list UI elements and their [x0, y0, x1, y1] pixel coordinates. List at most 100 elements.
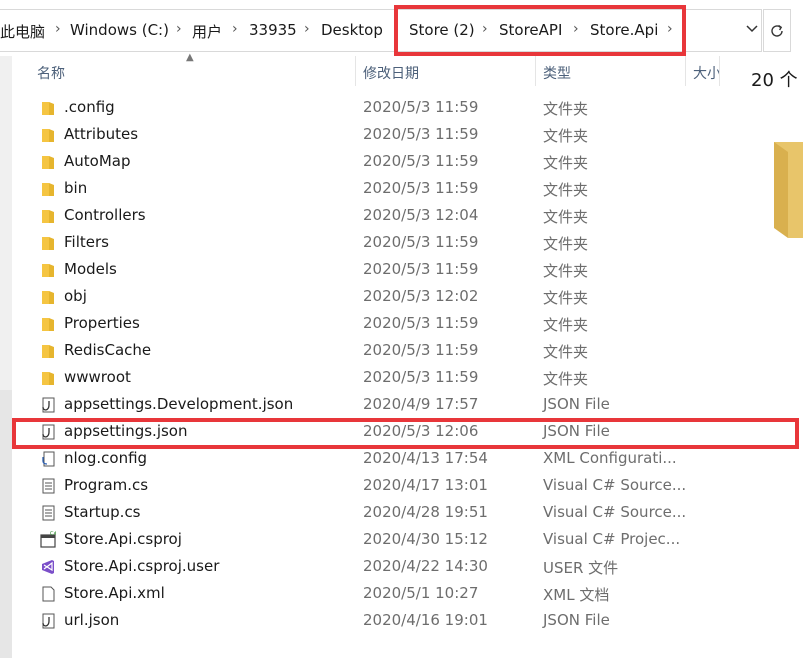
file-row[interactable]: C# Store.Api.csproj 2020/4/30 15:12 Visual …: [30, 526, 720, 553]
cs-file-icon: [40, 504, 56, 522]
file-highlight-box: [12, 418, 799, 449]
file-name: Store.Api.csproj: [64, 530, 182, 548]
file-row[interactable]: Store.Api.csproj.user 2020/4/22 14:30 USER…: [30, 553, 720, 580]
file-modified-date: 2020/5/3 12:02: [363, 287, 479, 305]
breadcrumb-highlight-box: [394, 5, 686, 56]
file-type: 文件夹: [543, 181, 589, 199]
file-type: 文件夹: [543, 289, 589, 307]
file-type: 文件夹: [543, 100, 589, 118]
folder-icon: [40, 369, 56, 387]
folder-icon: [40, 234, 56, 252]
file-name: RedisCache: [64, 341, 152, 359]
file-name: AutoMap: [64, 152, 131, 170]
file-modified-date: 2020/4/16 19:01: [363, 611, 488, 629]
breadcrumb-separator[interactable]: ›: [304, 21, 310, 37]
file-row[interactable]: Startup.cs 2020/4/28 19:51 Visual C# Sourc…: [30, 499, 720, 526]
file-row[interactable]: bin 2020/5/3 11:59 文件夹: [30, 175, 720, 202]
folder-preview-icon: [774, 142, 803, 238]
file-type: Visual C# Source...: [543, 503, 687, 521]
column-divider[interactable]: [535, 56, 536, 86]
column-divider[interactable]: [685, 56, 686, 86]
breadcrumb-user-folder[interactable]: 33935: [249, 21, 297, 39]
file-row[interactable]: nlog.config 2020/4/13 17:54 XML Configurat…: [30, 445, 720, 472]
file-type: 文件夹: [543, 316, 589, 334]
folder-icon: [40, 126, 56, 144]
folder-icon: [40, 315, 56, 333]
file-row[interactable]: Models 2020/5/3 11:59 文件夹: [30, 256, 720, 283]
sort-ascending-icon: ▲: [186, 52, 194, 63]
file-row[interactable]: Properties 2020/5/3 11:59 文件夹: [30, 310, 720, 337]
file-modified-date: 2020/5/3 11:59: [363, 260, 479, 278]
visual-studio-icon: [40, 558, 56, 576]
column-header-row: 名称 修改日期 类型 大小: [0, 56, 720, 86]
column-header-name[interactable]: 名称: [37, 63, 65, 83]
file-modified-date: 2020/5/1 10:27: [363, 584, 479, 602]
file-row[interactable]: obj 2020/5/3 12:02 文件夹: [30, 283, 720, 310]
file-type: 文件夹: [543, 343, 589, 361]
config-file-icon: [40, 450, 56, 468]
file-modified-date: 2020/4/22 14:30: [363, 557, 488, 575]
file-type: Visual C# Projec...: [543, 530, 681, 548]
column-header-type[interactable]: 类型: [543, 63, 571, 83]
file-name: obj: [64, 287, 87, 305]
file-type: XML 文档: [543, 586, 610, 604]
breadcrumb-drive-c[interactable]: Windows (C:): [70, 21, 169, 39]
breadcrumb-separator[interactable]: ›: [55, 21, 61, 37]
refresh-icon: [771, 24, 783, 37]
folder-icon: [40, 342, 56, 360]
file-modified-date: 2020/5/3 11:59: [363, 233, 479, 251]
chevron-down-icon[interactable]: [745, 22, 759, 36]
file-modified-date: 2020/4/9 17:57: [363, 395, 479, 413]
file-name: Program.cs: [64, 476, 149, 494]
file-modified-date: 2020/4/17 13:01: [363, 476, 488, 494]
file-name: Store.Api.csproj.user: [64, 557, 220, 575]
file-type: USER 文件: [543, 559, 619, 577]
refresh-button[interactable]: [763, 9, 791, 52]
folder-icon: [40, 261, 56, 279]
file-row[interactable]: url.json 2020/4/16 19:01 JSON File: [30, 607, 720, 634]
file-row[interactable]: Program.cs 2020/4/17 13:01 Visual C# Sourc…: [30, 472, 720, 499]
file-type: 文件夹: [543, 235, 589, 253]
file-modified-date: 2020/5/3 11:59: [363, 368, 479, 386]
file-row[interactable]: RedisCache 2020/5/3 11:59 文件夹: [30, 337, 720, 364]
file-modified-date: 2020/4/13 17:54: [363, 449, 488, 467]
file-type: 文件夹: [543, 127, 589, 145]
file-name: nlog.config: [64, 449, 148, 467]
column-header-date[interactable]: 修改日期: [363, 63, 419, 83]
file-name: Properties: [64, 314, 140, 332]
file-row[interactable]: Filters 2020/5/3 11:59 文件夹: [30, 229, 720, 256]
file-modified-date: 2020/5/3 11:59: [363, 314, 479, 332]
column-header-size[interactable]: 大小: [693, 63, 719, 83]
file-modified-date: 2020/4/30 15:12: [363, 530, 488, 548]
file-name: url.json: [64, 611, 120, 629]
breadcrumb-separator[interactable]: ›: [232, 21, 238, 37]
file-name: appsettings.Development.json: [64, 395, 294, 413]
file-name: wwwroot: [64, 368, 131, 386]
file-row[interactable]: AutoMap 2020/5/3 11:59 文件夹: [30, 148, 720, 175]
breadcrumb-users[interactable]: 用户: [192, 21, 222, 42]
file-type: JSON File: [543, 395, 610, 413]
folder-icon: [40, 288, 56, 306]
column-divider[interactable]: [719, 56, 720, 86]
file-row[interactable]: Store.Api.xml 2020/5/1 10:27 XML 文档: [30, 580, 720, 607]
navigation-pane-scroll[interactable]: [0, 390, 12, 658]
blank-file-icon: [40, 585, 56, 603]
file-row[interactable]: .config 2020/5/3 11:59 文件夹: [30, 94, 720, 121]
column-divider[interactable]: [355, 56, 356, 86]
file-row[interactable]: wwwroot 2020/5/3 11:59 文件夹: [30, 364, 720, 391]
file-name: Attributes: [64, 125, 139, 143]
file-type: 文件夹: [543, 370, 589, 388]
file-row[interactable]: Attributes 2020/5/3 11:59 文件夹: [30, 121, 720, 148]
breadcrumb-separator[interactable]: ›: [176, 21, 182, 37]
file-type: JSON File: [543, 611, 610, 629]
file-row[interactable]: appsettings.Development.json 2020/4/9 17:…: [30, 391, 720, 418]
file-modified-date: 2020/5/3 11:59: [363, 125, 479, 143]
file-type: Visual C# Source...: [543, 476, 687, 494]
cs-file-icon: [40, 477, 56, 495]
file-name: .config: [64, 98, 115, 116]
folder-icon: [40, 207, 56, 225]
json-file-icon: [40, 612, 56, 630]
file-row[interactable]: Controllers 2020/5/3 12:04 文件夹: [30, 202, 720, 229]
breadcrumb-this-pc[interactable]: 此电脑: [0, 21, 45, 42]
breadcrumb-desktop[interactable]: Desktop: [321, 21, 383, 39]
